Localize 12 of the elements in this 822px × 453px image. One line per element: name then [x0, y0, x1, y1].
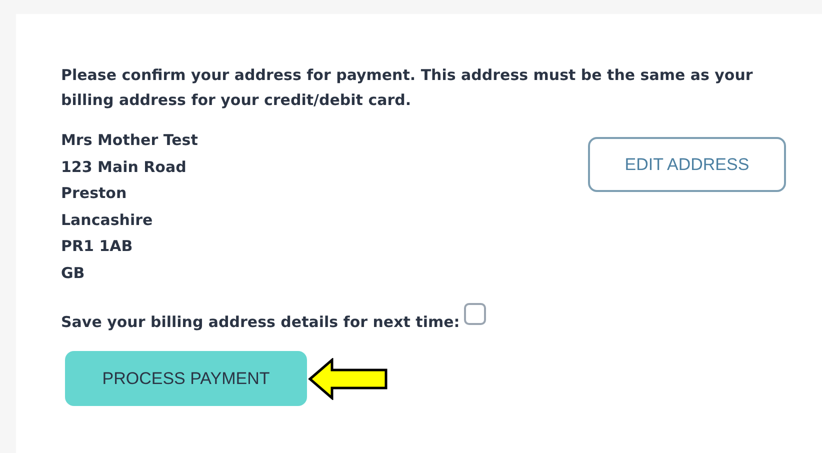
address-line: GB: [61, 262, 86, 284]
address-line: PR1 1AB: [61, 236, 134, 257]
address-line: Preston: [61, 183, 128, 204]
instruction-text: Please confirm your address for payment. This address must be the same as your billing address for your credit/debit card.: [61, 65, 754, 111]
edit-address-button[interactable]: EDIT ADDRESS: [588, 137, 786, 192]
save-details-checkbox[interactable]: [464, 303, 486, 325]
process-payment-button[interactable]: PROCESS PAYMENT: [65, 351, 307, 406]
arrow-icon: [308, 358, 388, 400]
address-line: Mrs Mother Test: [61, 130, 199, 151]
address-line: Lancashire: [61, 210, 154, 230]
address-line: 123 Main Road: [61, 156, 188, 178]
save-details-label: Save your billing address details for next time:: [61, 312, 460, 333]
